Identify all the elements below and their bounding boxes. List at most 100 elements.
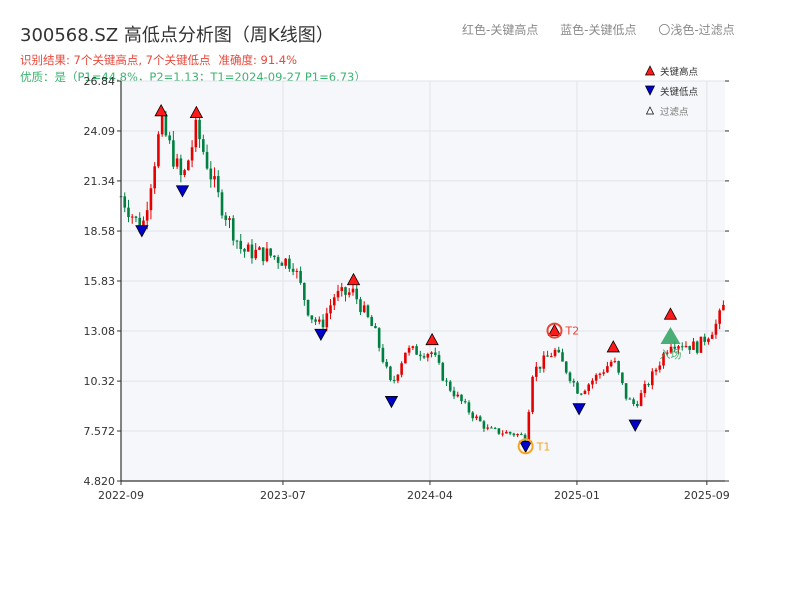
candle-body: [299, 270, 302, 283]
candle-body: [602, 372, 605, 374]
candle-body: [531, 376, 534, 413]
candle-body: [347, 292, 351, 295]
candle-body: [175, 158, 179, 167]
candle-body: [273, 255, 276, 258]
candle-body: [621, 372, 624, 384]
candle-body: [568, 372, 572, 381]
candle-body: [239, 240, 243, 250]
candle-body: [198, 119, 201, 140]
y-tick-label: 18.58: [84, 225, 116, 238]
candle-body: [336, 290, 340, 298]
candle-body: [404, 352, 407, 364]
candle-body: [617, 361, 620, 373]
candle-body: [243, 249, 246, 252]
candle-body: [647, 384, 650, 386]
candle-body: [699, 336, 703, 353]
candle-body: [160, 114, 164, 135]
candle-body: [370, 316, 373, 327]
candle-body: [362, 305, 366, 313]
candle-body: [639, 393, 643, 406]
candle-body: [321, 319, 325, 328]
candle-body: [426, 353, 430, 358]
candle-body: [258, 247, 261, 250]
candle-body: [437, 354, 441, 363]
candle-body: [695, 341, 699, 353]
legend-high-marker: [644, 65, 656, 76]
candle-body: [172, 140, 175, 167]
legend-low-label: 关键低点: [660, 86, 699, 98]
candle-body: [576, 382, 579, 394]
candle-body: [471, 412, 475, 419]
candle-body: [389, 366, 392, 380]
candle-body: [314, 319, 317, 322]
candle-body: [490, 427, 493, 429]
candle-body: [692, 341, 695, 350]
candle-body: [344, 287, 347, 295]
candle-body: [628, 398, 632, 400]
candle-body: [374, 326, 377, 329]
candle-body: [157, 134, 160, 167]
candle-body: [714, 323, 718, 335]
candle-body: [460, 394, 463, 402]
t2-label: T2: [564, 325, 579, 338]
candle-body: [572, 380, 576, 383]
candle-body: [288, 258, 291, 269]
candle-body: [187, 160, 190, 171]
y-tick-label: 26.84: [84, 75, 116, 88]
candle-body: [497, 428, 501, 434]
candle-body: [651, 371, 654, 386]
candle-body: [377, 328, 381, 348]
candle-body: [168, 135, 171, 141]
candle-body: [332, 297, 336, 306]
candle-body: [707, 338, 710, 342]
candle-body: [145, 210, 149, 221]
candle-body: [430, 352, 433, 354]
candle-body: [722, 304, 725, 311]
candle-body: [478, 416, 482, 422]
candle-body: [448, 381, 452, 391]
legend-high-label: 关键高点: [660, 66, 699, 78]
candle-body: [422, 356, 426, 358]
y-tick-label: 15.83: [84, 275, 116, 288]
candle-body: [231, 218, 235, 241]
candle-body: [643, 384, 647, 394]
candle-body: [564, 361, 568, 373]
x-tick-label: 2025-09: [684, 489, 730, 502]
candle-body: [295, 270, 299, 272]
x-tick-label: 2025-01: [554, 489, 600, 502]
candle-body: [512, 433, 516, 436]
candle-body: [392, 379, 396, 381]
candle-body: [411, 346, 415, 348]
candle-body: [351, 288, 355, 293]
candle-body: [306, 299, 310, 316]
candle-body: [123, 196, 127, 208]
candle-body: [194, 119, 198, 148]
legend-filtered-label: 过滤点: [660, 106, 689, 118]
candle-body: [190, 147, 194, 161]
candle-body: [385, 361, 388, 367]
candle-body: [583, 390, 587, 394]
candle-body: [149, 188, 153, 211]
candle-body: [325, 313, 329, 328]
candlestick-chart: 4.820 7.572 10.32 13.08 15.83 18.58 21.34 24.09…: [84, 65, 730, 502]
candle-body: [250, 244, 254, 259]
x-tick-label: 2023-07: [260, 489, 306, 502]
candle-body: [467, 402, 471, 413]
candle-body: [553, 349, 557, 357]
candle-body: [624, 383, 628, 399]
y-tick-label: 13.08: [84, 325, 116, 338]
candle-body: [130, 216, 134, 218]
candle-body: [355, 288, 359, 300]
candle-body: [276, 257, 280, 263]
candle-body: [415, 346, 418, 355]
candle-body: [579, 393, 583, 395]
candle-body: [613, 361, 617, 363]
candle-body: [606, 366, 609, 373]
candle-body: [310, 315, 314, 320]
candle-body: [265, 248, 269, 262]
candle-body: [400, 363, 403, 375]
candle-body: [441, 362, 445, 381]
y-tick-label: 4.820: [84, 475, 116, 488]
t1-label: T1: [536, 440, 551, 453]
candle-body: [549, 356, 553, 358]
